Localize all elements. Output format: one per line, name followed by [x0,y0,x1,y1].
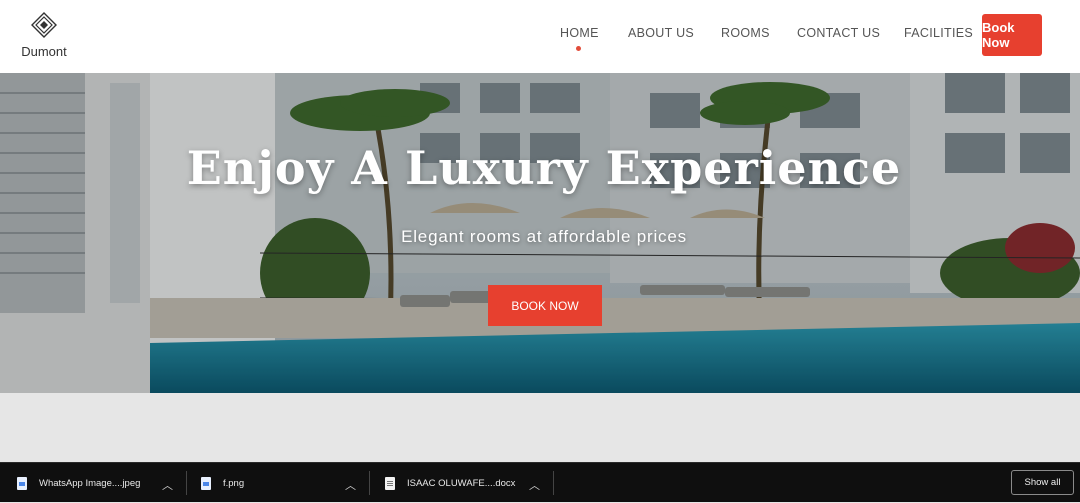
divider [369,471,370,495]
book-now-button[interactable]: Book Now [982,14,1042,56]
hero-subtitle: Elegant rooms at affordable prices [401,227,687,246]
brand-name: Dumont [21,44,67,59]
hero-banner: Enjoy A Luxury Experience Elegant rooms … [0,73,1080,393]
logo-diamond-icon [31,12,57,38]
download-item[interactable]: WhatsApp Image....jpeg [17,463,140,503]
site-header: Dumont HOME ABOUT US ROOMS CONTACT US FA… [0,0,1080,73]
hero-book-now-button[interactable]: BOOK NOW [488,285,602,326]
chevron-up-icon[interactable]: ︿ [162,477,173,493]
document-file-icon [385,476,395,490]
active-indicator-dot [576,46,581,51]
download-item[interactable]: ISAAC OLUWAFE....docx [385,463,515,503]
nav-item-about-us[interactable]: ABOUT US [628,26,694,40]
show-all-button[interactable]: Show all [1011,470,1074,495]
download-filename: f.png [223,477,245,489]
hero-title: Enjoy A Luxury Experience [186,141,902,195]
content-section [0,393,1080,462]
brand-logo[interactable]: Dumont [14,12,74,59]
image-file-icon [201,476,211,490]
nav-item-facilities[interactable]: FACILITIES [904,26,973,40]
image-file-icon [17,476,27,490]
download-filename: WhatsApp Image....jpeg [39,477,141,489]
nav-item-contact-us[interactable]: CONTACT US [797,26,880,40]
chevron-up-icon[interactable]: ︿ [529,477,540,493]
download-item[interactable]: f.png [201,463,244,503]
download-filename: ISAAC OLUWAFE....docx [407,477,516,489]
nav-item-rooms[interactable]: ROOMS [721,26,770,40]
downloads-bar: WhatsApp Image....jpeg ︿ f.png ︿ ISAAC O… [0,462,1080,502]
divider [553,471,554,495]
nav-item-home[interactable]: HOME [560,26,599,40]
divider [186,471,187,495]
chevron-up-icon[interactable]: ︿ [345,477,356,493]
